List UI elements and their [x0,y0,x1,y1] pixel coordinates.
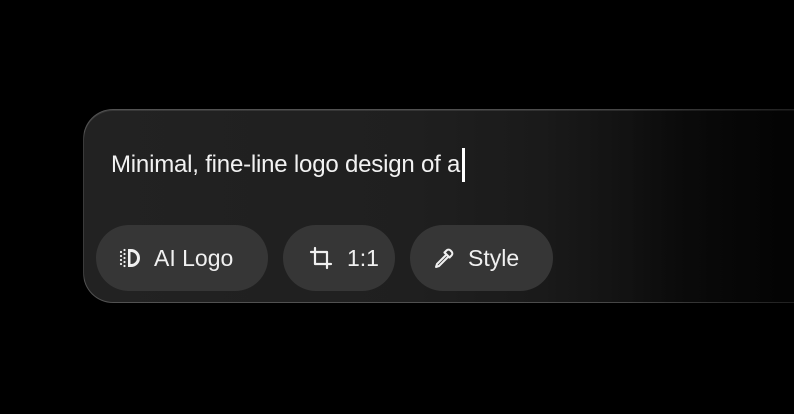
prompt-card[interactable]: Minimal, fine-line logo design of a AI L… [83,109,794,303]
chip-toolbar: AI Logo 1:1 Style [96,225,553,291]
ai-logo-chip[interactable]: AI Logo [96,225,268,291]
crop-icon [309,246,333,270]
aspect-ratio-label: 1:1 [347,244,379,271]
aspect-ratio-chip[interactable]: 1:1 [283,225,395,291]
stage: Minimal, fine-line logo design of a AI L… [0,0,794,414]
ai-logo-label: AI Logo [154,244,234,271]
style-label: Style [468,244,520,271]
text-caret [462,148,466,182]
prompt-text: Minimal, fine-line logo design of a [111,151,461,178]
ai-logo-icon [118,246,142,270]
prompt-input[interactable]: Minimal, fine-line logo design of a [111,148,466,182]
eyedropper-icon [432,246,456,270]
style-chip[interactable]: Style [410,225,553,291]
